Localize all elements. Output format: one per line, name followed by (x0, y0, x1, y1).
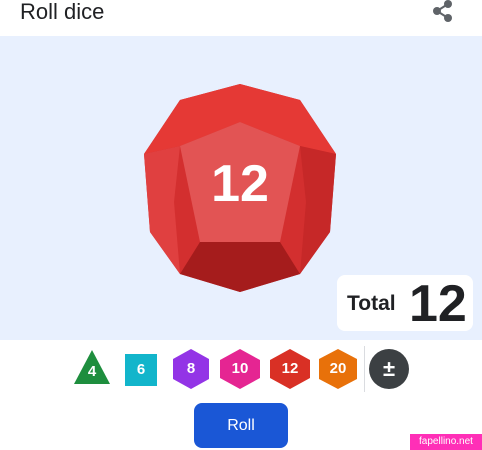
share-icon[interactable] (430, 0, 456, 24)
d8-label: 8 (186, 360, 196, 377)
d10-label: 10 (231, 360, 249, 377)
d20-label: 20 (329, 360, 347, 377)
d20-button[interactable]: 20 (319, 349, 357, 389)
d4-button[interactable]: 4 (72, 348, 112, 386)
d6-label: 6 (136, 361, 146, 378)
die-value: 12 (211, 155, 269, 213)
d8-button[interactable]: 8 (173, 349, 209, 389)
d6-button[interactable]: 6 (125, 354, 157, 386)
watermark: fapellino.net (410, 434, 482, 450)
total-value: 12 (409, 275, 467, 333)
d4-label: 4 (87, 363, 97, 380)
header: Roll dice (0, 0, 482, 36)
divider (364, 346, 365, 392)
dice-stage: 12 Total 12 (0, 36, 482, 340)
d12-button[interactable]: 12 (270, 349, 310, 389)
d10-button[interactable]: 10 (220, 349, 260, 389)
modifier-button[interactable]: ± (369, 349, 409, 389)
total-label: Total (347, 292, 396, 315)
dice-picker: 4 6 8 10 12 20 (0, 340, 482, 398)
d12-die[interactable]: 12 (140, 82, 340, 292)
total-card: Total 12 (337, 275, 473, 333)
d12-label: 12 (281, 360, 299, 377)
roll-button[interactable]: Roll (194, 403, 288, 448)
modifier-label: ± (382, 356, 396, 381)
page-title: Roll dice (20, 0, 105, 24)
